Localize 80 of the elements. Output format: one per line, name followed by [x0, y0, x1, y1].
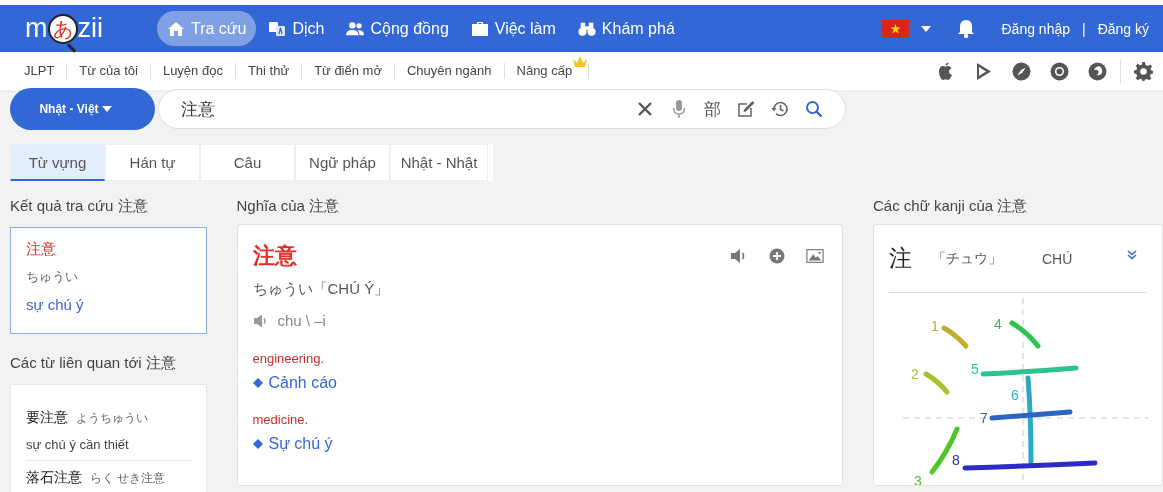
menu-link[interactable]: Luyện đọc	[150, 63, 236, 79]
stroke-number: 7	[980, 410, 988, 426]
result-meaning: sự chú ý	[26, 296, 85, 313]
image-icon[interactable]	[806, 248, 824, 264]
radical-button[interactable]: 部	[704, 97, 721, 121]
clear-icon[interactable]	[636, 100, 654, 118]
login-link[interactable]: Đăng nhập	[1001, 20, 1070, 37]
related-reading: ようちゅうい	[76, 410, 148, 427]
stroke-number: 8	[952, 452, 960, 468]
tab[interactable]: Hán tự	[105, 144, 200, 181]
speaker-icon[interactable]	[252, 313, 269, 328]
onyomi-reading: 「チュウ」	[932, 249, 1002, 268]
menu-link[interactable]: JLPT	[12, 63, 68, 79]
nav-item[interactable]: Cộng đồng	[336, 11, 459, 46]
diamond-icon	[252, 439, 263, 449]
stroke-number: 6	[1011, 387, 1019, 403]
tab[interactable]: Từ vựng	[10, 144, 105, 181]
stroke-number: 1	[931, 318, 939, 334]
field-label: engineering.	[252, 351, 326, 366]
headword: 注意	[252, 242, 297, 270]
diamond-icon	[252, 378, 263, 388]
caret-icon[interactable]	[921, 25, 932, 32]
logo-magnifier: あ	[47, 13, 78, 44]
translate-icon	[268, 20, 287, 37]
play-icon[interactable]	[974, 61, 993, 81]
edit-icon[interactable]	[737, 100, 755, 118]
search-icon[interactable]	[805, 100, 823, 118]
add-icon[interactable]	[768, 248, 786, 264]
settings-icon[interactable]	[1134, 61, 1153, 81]
related-reading: らく せき注意	[90, 470, 166, 487]
related-meaning: sự chú ý cần thiết	[26, 437, 130, 452]
meaning-text: Sự chú ý	[268, 435, 333, 453]
apple-icon[interactable]	[936, 61, 955, 81]
compass-icon[interactable]	[1012, 61, 1031, 81]
logo-text: zii	[77, 13, 103, 44]
reading: ちゅうい「CHÚ Ý」	[252, 280, 391, 299]
microphone-icon[interactable]	[670, 100, 688, 118]
section-heading: Nghĩa của 注意	[236, 196, 341, 216]
menu-link[interactable]: Chuyên ngành	[394, 63, 505, 79]
section-heading: Kết quả tra cứu 注意	[10, 196, 149, 216]
related-word[interactable]: 落石注意	[26, 469, 82, 487]
nav-item[interactable]: Việc làm	[460, 11, 566, 46]
binoculars-icon	[577, 20, 596, 37]
stroke-number: 4	[994, 316, 1002, 332]
tab[interactable]: Nhật - Nhật	[390, 144, 488, 181]
register-link[interactable]: Đăng ký	[1097, 20, 1149, 37]
stroke-number: 2	[911, 366, 919, 382]
home-icon	[167, 20, 185, 37]
meaning-text: Cảnh cáo	[268, 374, 337, 392]
separator: |	[1082, 20, 1086, 37]
magnifier-handle	[66, 43, 77, 53]
nav-item[interactable]: Khám phá	[567, 11, 685, 46]
stroke-number: 5	[971, 361, 979, 377]
tab[interactable]: Câu	[200, 144, 295, 181]
briefcase-icon	[470, 20, 489, 37]
pronunciation: chu \ –i	[277, 312, 326, 329]
nav-item[interactable]: Dịch	[258, 11, 335, 46]
menu-link[interactable]: Nâng cấp	[504, 63, 573, 79]
kanji-character: 注	[889, 244, 912, 273]
history-icon[interactable]	[771, 100, 789, 118]
field-label: medicine.	[252, 412, 310, 427]
menu-link[interactable]: Từ của tôi	[67, 63, 151, 79]
logo-letter: m	[25, 13, 48, 44]
bell-icon[interactable]	[957, 18, 976, 39]
sino-vietnamese-reading: CHÚ	[1042, 250, 1073, 267]
menu-link[interactable]: Thi thử	[235, 63, 303, 79]
users-icon	[346, 20, 365, 37]
language-dropdown[interactable]: Nhật - Việt	[10, 88, 155, 130]
section-heading: Các từ liên quan tới 注意	[10, 353, 177, 373]
expand-icon[interactable]	[1127, 250, 1137, 260]
result-word: 注意	[26, 240, 57, 259]
section-heading: Các chữ kanji của 注意	[873, 196, 1029, 216]
result-card[interactable]: 注意 ちゅうい sự chú ý	[10, 227, 207, 334]
tab[interactable]: Ngữ pháp	[295, 144, 390, 181]
menu-link[interactable]: Từ điển mở	[302, 63, 395, 79]
result-reading: ちゅうい	[26, 268, 79, 286]
related-word[interactable]: 要注意	[26, 409, 68, 427]
search-field[interactable]: 注意 部	[158, 89, 846, 129]
flag-icon[interactable]	[882, 19, 910, 38]
caret-icon	[101, 106, 112, 112]
